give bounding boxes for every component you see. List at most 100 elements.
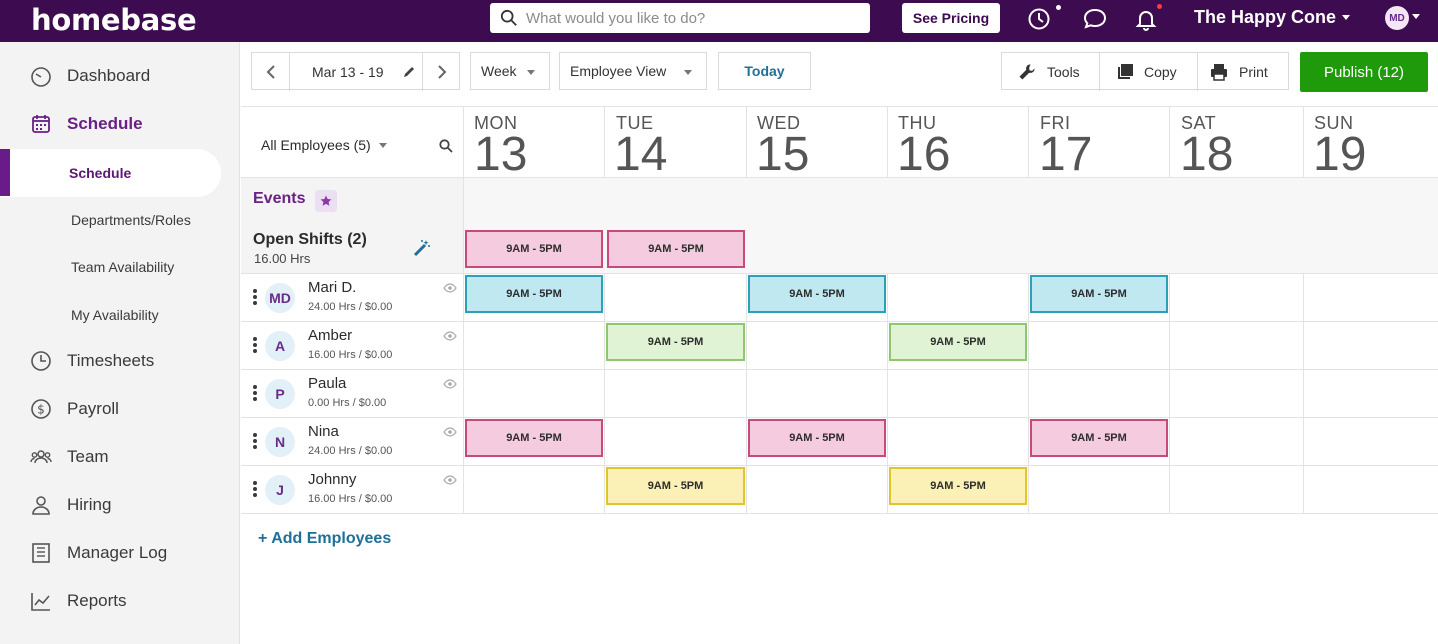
open-shift-block[interactable]: 9AM - 5PM [465, 230, 603, 268]
today-button[interactable]: Today [718, 52, 811, 90]
publish-button[interactable]: Publish (12) [1300, 52, 1428, 92]
active-indicator [0, 149, 10, 196]
avatar: MD [265, 283, 295, 313]
sidebar-item-label: Timesheets [67, 351, 155, 370]
sidebar-item-manager-log[interactable]: Manager Log [0, 538, 240, 568]
timeclock-icon[interactable] [1026, 6, 1052, 32]
add-event-button[interactable] [315, 190, 337, 212]
open-shift-block[interactable]: 9AM - 5PM [607, 230, 745, 268]
chevron-down-icon [527, 70, 535, 75]
subnav-item-team-availability[interactable]: Team Availability [71, 259, 174, 275]
shift-block[interactable]: 9AM - 5PM [748, 419, 886, 457]
employee-hours: 16.00 Hrs / $0.00 [308, 349, 393, 361]
more-options-icon[interactable] [253, 289, 257, 305]
period-select-value: Week [481, 63, 517, 79]
employee-name[interactable]: Mari D. [308, 279, 356, 296]
sidebar-item-label: Payroll [67, 399, 119, 418]
search-icon [500, 9, 517, 26]
shift-block[interactable]: 9AM - 5PM [889, 323, 1027, 361]
copy-button[interactable]: Copy [1100, 53, 1198, 91]
homebase-logo[interactable]: homebase [31, 3, 197, 37]
eye-icon[interactable] [443, 475, 457, 485]
sidebar-item-label: Dashboard [67, 66, 151, 85]
employee-filter-label: All Employees (5) [261, 137, 371, 153]
shift-block[interactable]: 9AM - 5PM [748, 275, 886, 313]
date-range-label[interactable]: Mar 13 - 19 [312, 53, 384, 91]
more-options-icon[interactable] [253, 481, 257, 497]
chevron-left-icon [266, 65, 275, 79]
chevron-down-icon[interactable] [1412, 14, 1420, 19]
chevron-down-icon [378, 142, 387, 148]
more-options-icon[interactable] [253, 385, 257, 401]
view-select[interactable]: Employee View [559, 52, 707, 90]
bell-icon[interactable] [1133, 6, 1159, 32]
pencil-icon[interactable] [402, 53, 416, 91]
employee-filter[interactable]: All Employees (5) [261, 137, 387, 153]
eye-icon[interactable] [443, 379, 457, 389]
chart-icon [30, 590, 52, 612]
open-shifts-hours: 16.00 Hrs [254, 251, 311, 266]
day-number-thu: 16 [897, 128, 951, 181]
employee-row: A Amber 16.00 Hrs / $0.00 [241, 321, 463, 369]
sidebar-item-timesheets[interactable]: Timesheets [0, 346, 240, 376]
chat-icon[interactable] [1082, 6, 1108, 32]
previous-week-button[interactable] [252, 53, 290, 91]
more-options-icon[interactable] [253, 337, 257, 353]
sidebar: Dashboard Schedule Schedule Departments/… [0, 42, 240, 644]
location-selector[interactable]: The Happy Cone [1194, 7, 1351, 28]
subnav-item-schedule[interactable]: Schedule [0, 149, 221, 197]
employee-name[interactable]: Amber [308, 327, 352, 344]
shift-block[interactable]: 9AM - 5PM [465, 275, 603, 313]
subnav-item-departments-roles[interactable]: Departments/Roles [71, 212, 191, 228]
magic-wand-icon[interactable] [413, 239, 431, 262]
next-week-button[interactable] [422, 53, 460, 91]
add-employees-link[interactable]: + Add Employees [258, 530, 391, 548]
shift-block[interactable]: 9AM - 5PM [1030, 275, 1168, 313]
tools-button[interactable]: Tools [1002, 53, 1100, 91]
period-select[interactable]: Week [470, 52, 550, 90]
shift-block[interactable]: 9AM - 5PM [606, 467, 745, 505]
print-button[interactable]: Print [1198, 53, 1290, 91]
grid-line [746, 106, 747, 514]
shift-block[interactable]: 9AM - 5PM [465, 419, 603, 457]
grid-line [887, 106, 888, 514]
day-number-wed: 15 [756, 128, 810, 181]
sidebar-item-schedule[interactable]: Schedule [0, 109, 240, 139]
speedometer-icon [30, 65, 52, 87]
day-number-fri: 17 [1039, 128, 1093, 181]
employee-name[interactable]: Johnny [308, 471, 356, 488]
search-icon[interactable] [439, 139, 453, 158]
book-icon [30, 542, 52, 564]
employee-name[interactable]: Paula [308, 375, 346, 392]
eye-icon[interactable] [443, 427, 457, 437]
grid-line [241, 513, 1438, 514]
sidebar-item-payroll[interactable]: $ Payroll [0, 394, 240, 424]
view-select-value: Employee View [570, 63, 667, 79]
shift-block[interactable]: 9AM - 5PM [1030, 419, 1168, 457]
subnav-item-my-availability[interactable]: My Availability [71, 307, 159, 323]
search-input[interactable] [526, 9, 856, 27]
sidebar-item-dashboard[interactable]: Dashboard [0, 61, 240, 91]
see-pricing-button[interactable]: See Pricing [902, 3, 1000, 33]
copy-button-label: Copy [1144, 64, 1177, 80]
employee-name[interactable]: Nina [308, 423, 339, 440]
user-avatar[interactable]: MD [1385, 6, 1409, 30]
more-options-icon[interactable] [253, 433, 257, 449]
timeclock-indicator [1056, 5, 1061, 10]
shift-block[interactable]: 9AM - 5PM [889, 467, 1027, 505]
eye-icon[interactable] [443, 283, 457, 293]
grid-line [1169, 106, 1170, 514]
sidebar-item-reports[interactable]: Reports [0, 586, 240, 616]
grid-line [604, 106, 605, 514]
shift-block[interactable]: 9AM - 5PM [606, 323, 745, 361]
employee-row: P Paula 0.00 Hrs / $0.00 [241, 369, 463, 417]
wrench-icon [1019, 64, 1035, 80]
sidebar-item-team[interactable]: Team [0, 442, 240, 472]
eye-icon[interactable] [443, 331, 457, 341]
search-bar[interactable] [490, 3, 870, 33]
sidebar-item-hiring[interactable]: Hiring [0, 490, 240, 520]
employee-hours: 24.00 Hrs / $0.00 [308, 301, 393, 313]
open-shifts-label: Open Shifts (2) [253, 231, 367, 248]
team-icon [30, 446, 52, 468]
person-icon [30, 494, 52, 516]
